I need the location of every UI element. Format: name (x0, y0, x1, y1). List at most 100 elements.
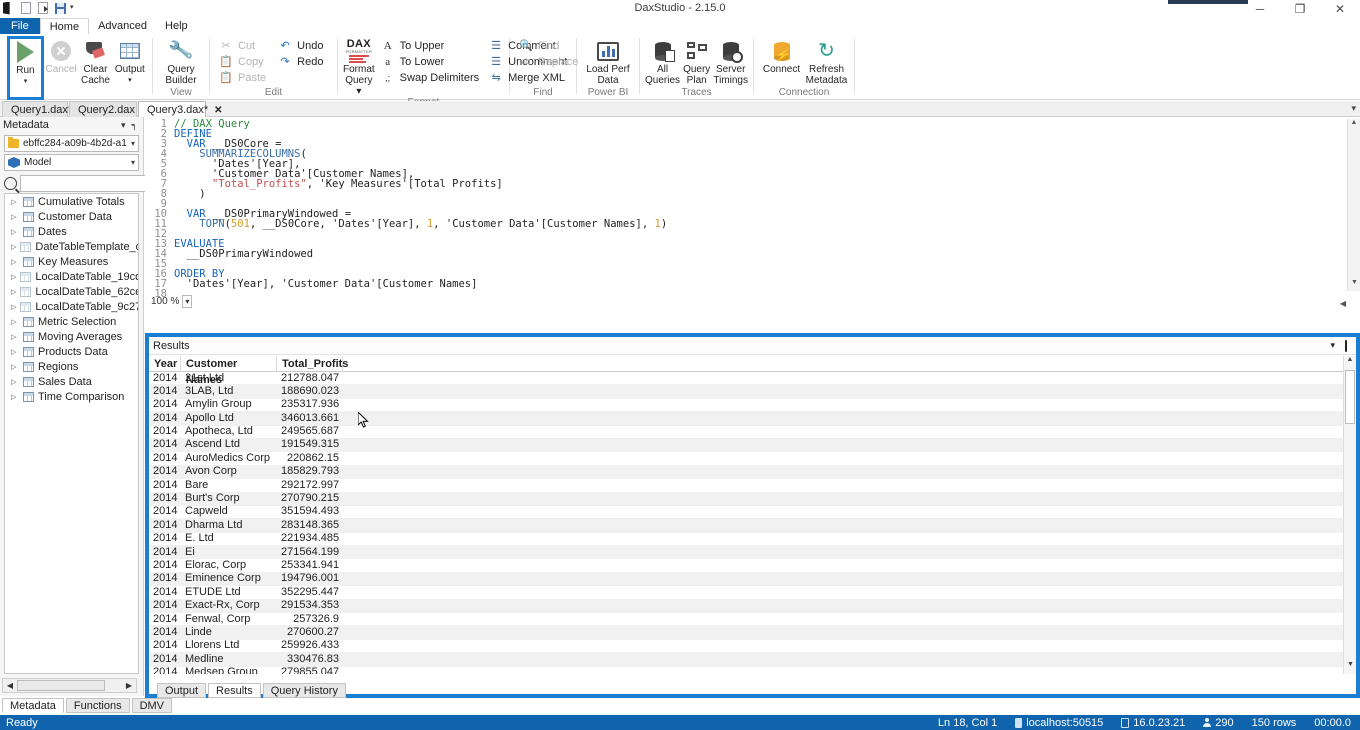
pin-icon[interactable] (1340, 339, 1352, 352)
to-lower-button[interactable]: a To Lower (377, 54, 483, 69)
tree-item-table[interactable]: ▷ Key Measures (5, 254, 138, 269)
table-cell[interactable]: Eminence Corp (181, 572, 277, 585)
table-cell[interactable]: 3LAB, Ltd (181, 385, 277, 398)
table-cell[interactable]: 352295.447 (277, 586, 343, 599)
table-cell[interactable]: Burt's Corp (181, 492, 277, 505)
undo-button[interactable]: ↶ Undo (274, 38, 327, 53)
table-cell[interactable]: 2014 (149, 532, 181, 545)
table-cell[interactable]: 351594.493 (277, 505, 343, 518)
clear-cache-button[interactable]: Clear Cache (78, 36, 112, 86)
table-cell[interactable]: 2014 (149, 559, 181, 572)
table-row[interactable]: 2014 Linde 270600.27 (149, 626, 1356, 640)
expand-icon[interactable]: ▷ (11, 303, 16, 311)
table-cell[interactable]: 2014 (149, 425, 181, 438)
scroll-up-icon[interactable]: ▲ (1348, 119, 1360, 131)
swap-delimiters-button[interactable]: ,; Swap Delimiters (377, 70, 483, 85)
table-row[interactable]: 2014 Medsep Group 279855.047 (149, 666, 1356, 674)
table-row[interactable]: 2014 Apollo Ltd 346013.661 (149, 412, 1356, 426)
expand-icon[interactable]: ▷ (11, 393, 19, 401)
close-button[interactable]: ✕ (1320, 0, 1360, 18)
scroll-up-icon[interactable]: ▲ (1344, 356, 1356, 369)
table-cell[interactable]: 2014 (149, 519, 181, 532)
refresh-metadata-button[interactable]: ↻ Refresh Metadata (804, 36, 849, 86)
editor-vertical-scrollbar[interactable]: ▲ ▼ (1347, 119, 1360, 291)
load-perf-data-button[interactable]: Load Perf Data (582, 36, 634, 86)
scroll-right-icon[interactable]: ▶ (122, 681, 136, 690)
table-cell[interactable]: 2014 (149, 465, 181, 478)
table-cell[interactable]: 2014 (149, 653, 181, 666)
expand-icon[interactable]: ▷ (11, 258, 19, 266)
table-cell[interactable]: 291534.353 (277, 599, 343, 612)
expand-icon[interactable]: ▷ (11, 243, 16, 251)
sidebar-horizontal-scrollbar[interactable]: ◀ ▶ (2, 678, 137, 693)
table-row[interactable]: 2014 ETUDE Ltd 352295.447 (149, 586, 1356, 600)
expand-icon[interactable]: ▷ (11, 213, 19, 221)
maximize-button[interactable]: ❐ (1280, 0, 1320, 18)
table-cell[interactable]: 2014 (149, 492, 181, 505)
table-cell[interactable]: 2014 (149, 479, 181, 492)
zoom-dropdown-icon[interactable]: ▾ (182, 294, 193, 308)
expand-icon[interactable]: ▷ (11, 288, 16, 296)
table-cell[interactable]: AuroMedics Corp (181, 452, 277, 465)
table-cell[interactable]: 185829.793 (277, 465, 343, 478)
table-cell[interactable]: 2014 (149, 412, 181, 425)
metadata-tree[interactable]: ▷ Cumulative Totals ▷ Customer Data ▷ Dates ▷ D… (4, 193, 139, 674)
table-cell[interactable]: 2014 (149, 385, 181, 398)
table-cell[interactable]: 21st Ltd (181, 372, 277, 385)
expand-icon[interactable]: ▷ (11, 333, 19, 341)
scroll-left-icon[interactable]: ◀ (3, 681, 17, 690)
table-row[interactable]: 2014 Eminence Corp 194796.001 (149, 572, 1356, 587)
table-cell[interactable]: 2014 (149, 613, 181, 626)
table-cell[interactable]: 191549.315 (277, 438, 343, 451)
table-row[interactable]: 2014 Medline 330476.83 (149, 653, 1356, 667)
connect-button[interactable]: ⚡ Connect (759, 36, 804, 75)
table-cell[interactable]: Linde (181, 626, 277, 639)
table-row[interactable]: 2014 Bare 292172.997 (149, 479, 1356, 493)
table-cell[interactable]: Capweld (181, 505, 277, 518)
table-cell[interactable]: 2014 (149, 599, 181, 612)
query-builder-button[interactable]: 🔧 Query Builder (158, 36, 204, 86)
table-cell[interactable]: 2014 (149, 666, 181, 674)
table-cell[interactable]: 249565.687 (277, 425, 343, 438)
table-cell[interactable]: Amylin Group (181, 398, 277, 411)
table-cell[interactable]: Ascend Ltd (181, 438, 277, 451)
table-row[interactable]: 2014 Capweld 351594.493 (149, 505, 1356, 520)
scroll-down-icon[interactable]: ▼ (1344, 661, 1357, 674)
results-tab-results[interactable]: Results (208, 683, 261, 698)
table-cell[interactable]: 2014 (149, 505, 181, 518)
table-cell[interactable]: 2014 (149, 586, 181, 599)
server-timings-button[interactable]: Server Timings (713, 36, 748, 86)
results-tab-output[interactable]: Output (157, 683, 207, 698)
tree-item-table[interactable]: ▷ Moving Averages (5, 329, 138, 344)
sidebar-tab-functions[interactable]: Functions (65, 698, 130, 713)
table-cell[interactable]: 235317.936 (277, 398, 343, 411)
expand-icon[interactable]: ▷ (11, 348, 19, 356)
table-row[interactable]: 2014 Exact-Rx, Corp 291534.353 (149, 599, 1356, 614)
tree-item-table[interactable]: ▷ Sales Data (5, 374, 138, 389)
sidebar-tab-dmv[interactable]: DMV (131, 698, 173, 713)
table-cell[interactable]: 2014 (149, 546, 181, 559)
table-cell[interactable]: 2014 (149, 398, 181, 411)
table-cell[interactable]: Llorens Ltd (181, 639, 277, 652)
column-header[interactable]: Customer Names (181, 356, 277, 386)
model-selector[interactable]: Model ▾ (4, 154, 139, 171)
table-cell[interactable]: Dharma Ltd (181, 519, 277, 532)
table-row[interactable]: 2014 E. Ltd 221934.485 (149, 532, 1356, 547)
chevron-down-icon[interactable]: ▾ (118, 120, 129, 131)
expand-icon[interactable]: ▷ (11, 318, 19, 326)
results-tab-query-history[interactable]: Query History (262, 683, 346, 698)
expand-icon[interactable]: ▷ (11, 228, 19, 236)
table-cell[interactable]: Apotheca, Ltd (181, 425, 277, 438)
column-header[interactable]: Total_Profits (277, 356, 348, 372)
file-tab-query2[interactable]: Query2.dax (69, 101, 137, 117)
scroll-down-icon[interactable]: ▼ (1348, 279, 1360, 291)
tree-item-table[interactable]: ▷ LocalDateTable_62cef255-0 (5, 284, 138, 299)
tree-item-table[interactable]: ▷ LocalDateTable_9c27bc4b- (5, 299, 138, 314)
table-cell[interactable]: 346013.661 (277, 412, 343, 425)
table-row[interactable]: 2014 Llorens Ltd 259926.433 (149, 639, 1356, 654)
expand-icon[interactable]: ▷ (11, 273, 16, 281)
tree-item-table[interactable]: ▷ Customer Data (5, 209, 138, 224)
table-row[interactable]: 2014 Amylin Group 235317.936 (149, 398, 1356, 413)
table-cell[interactable]: 257326.9 (277, 613, 343, 626)
tree-item-table[interactable]: ▷ Time Comparison (5, 389, 138, 404)
